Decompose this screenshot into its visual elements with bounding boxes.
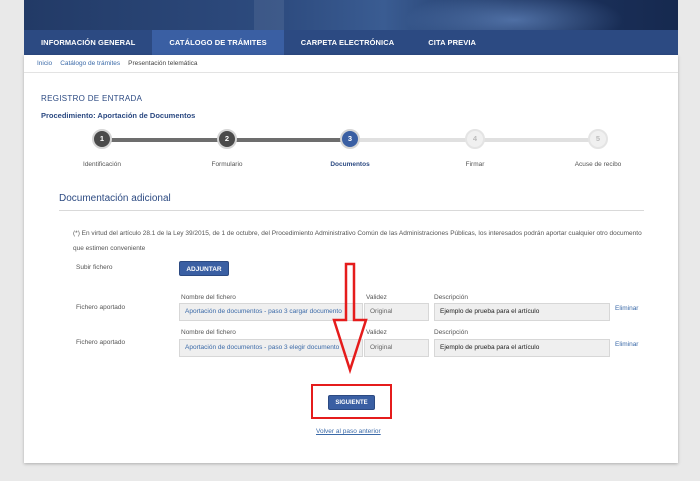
step-1: 1 xyxy=(92,129,112,149)
description-header: Descripción xyxy=(434,329,468,336)
nav-cita-previa[interactable]: CITA PREVIA xyxy=(411,30,493,55)
breadcrumb-divider xyxy=(24,72,678,73)
file-name-field[interactable]: Aportación de documentos - paso 3 elegir… xyxy=(179,339,363,357)
step-2: 2 xyxy=(217,129,237,149)
header-banner xyxy=(24,0,678,30)
nav-informacion-general[interactable]: INFORMACIÓN GENERAL xyxy=(24,30,152,55)
upload-label: Subir fichero xyxy=(76,264,113,271)
page-title: REGISTRO DE ENTRADA xyxy=(41,94,143,103)
step-label-identificacion: Identificación xyxy=(83,161,121,168)
breadcrumb-inicio[interactable]: Inicio xyxy=(37,60,52,67)
file-row-label: Fichero aportado xyxy=(76,304,126,311)
main-navigation: INFORMACIÓN GENERAL CATÁLOGO DE TRÁMITES… xyxy=(24,30,678,55)
banner-decoration xyxy=(254,0,284,30)
eliminar-link[interactable]: Eliminar xyxy=(615,341,638,348)
file-name-field[interactable]: Aportación de documentos - paso 3 cargar… xyxy=(179,303,363,321)
eliminar-link[interactable]: Eliminar xyxy=(615,305,638,312)
step-label-documentos: Documentos xyxy=(330,161,370,168)
main-card: Inicio Catálogo de trámites Presentación… xyxy=(24,55,678,463)
description-header: Descripción xyxy=(434,294,468,301)
step-5: 5 xyxy=(588,129,608,149)
file-name-header: Nombre del fichero xyxy=(181,329,236,336)
nav-catalogo-tramites[interactable]: CATÁLOGO DE TRÁMITES xyxy=(152,30,284,55)
section-title: Documentación adicional xyxy=(59,193,171,204)
breadcrumb-current: Presentación telemática xyxy=(128,60,198,67)
step-label-formulario: Formulario xyxy=(211,161,243,168)
banner-shine xyxy=(404,0,624,30)
validity-field[interactable]: Original xyxy=(364,339,429,357)
step-label-firmar: Firmar xyxy=(465,161,485,168)
file-name-header: Nombre del fichero xyxy=(181,294,236,301)
file-row-label: Fichero aportado xyxy=(76,339,126,346)
adjuntar-button[interactable]: ADJUNTAR xyxy=(179,261,229,276)
step-4: 4 xyxy=(465,129,485,149)
description-field[interactable]: Ejemplo de prueba para el artículo xyxy=(434,303,610,321)
step-label-acuse: Acuse de recibo xyxy=(574,161,622,168)
procedure-title: Procedimiento: Aportación de Documentos xyxy=(41,111,196,120)
breadcrumb: Inicio Catálogo de trámites Presentación… xyxy=(37,60,198,67)
validity-header: Validez xyxy=(366,294,387,301)
volver-link[interactable]: Volver al paso anterior xyxy=(316,428,381,435)
validity-field[interactable]: Original xyxy=(364,303,429,321)
legal-notice: (*) En virtud del artículo 28.1 de la Le… xyxy=(73,230,642,252)
section-divider xyxy=(59,210,644,211)
description-field[interactable]: Ejemplo de prueba para el artículo xyxy=(434,339,610,357)
step-3: 3 xyxy=(340,129,360,149)
breadcrumb-catalogo[interactable]: Catálogo de trámites xyxy=(60,60,120,67)
nav-carpeta-electronica[interactable]: CARPETA ELECTRÓNICA xyxy=(284,30,412,55)
annotation-highlight-box xyxy=(311,384,392,419)
validity-header: Validez xyxy=(366,329,387,336)
